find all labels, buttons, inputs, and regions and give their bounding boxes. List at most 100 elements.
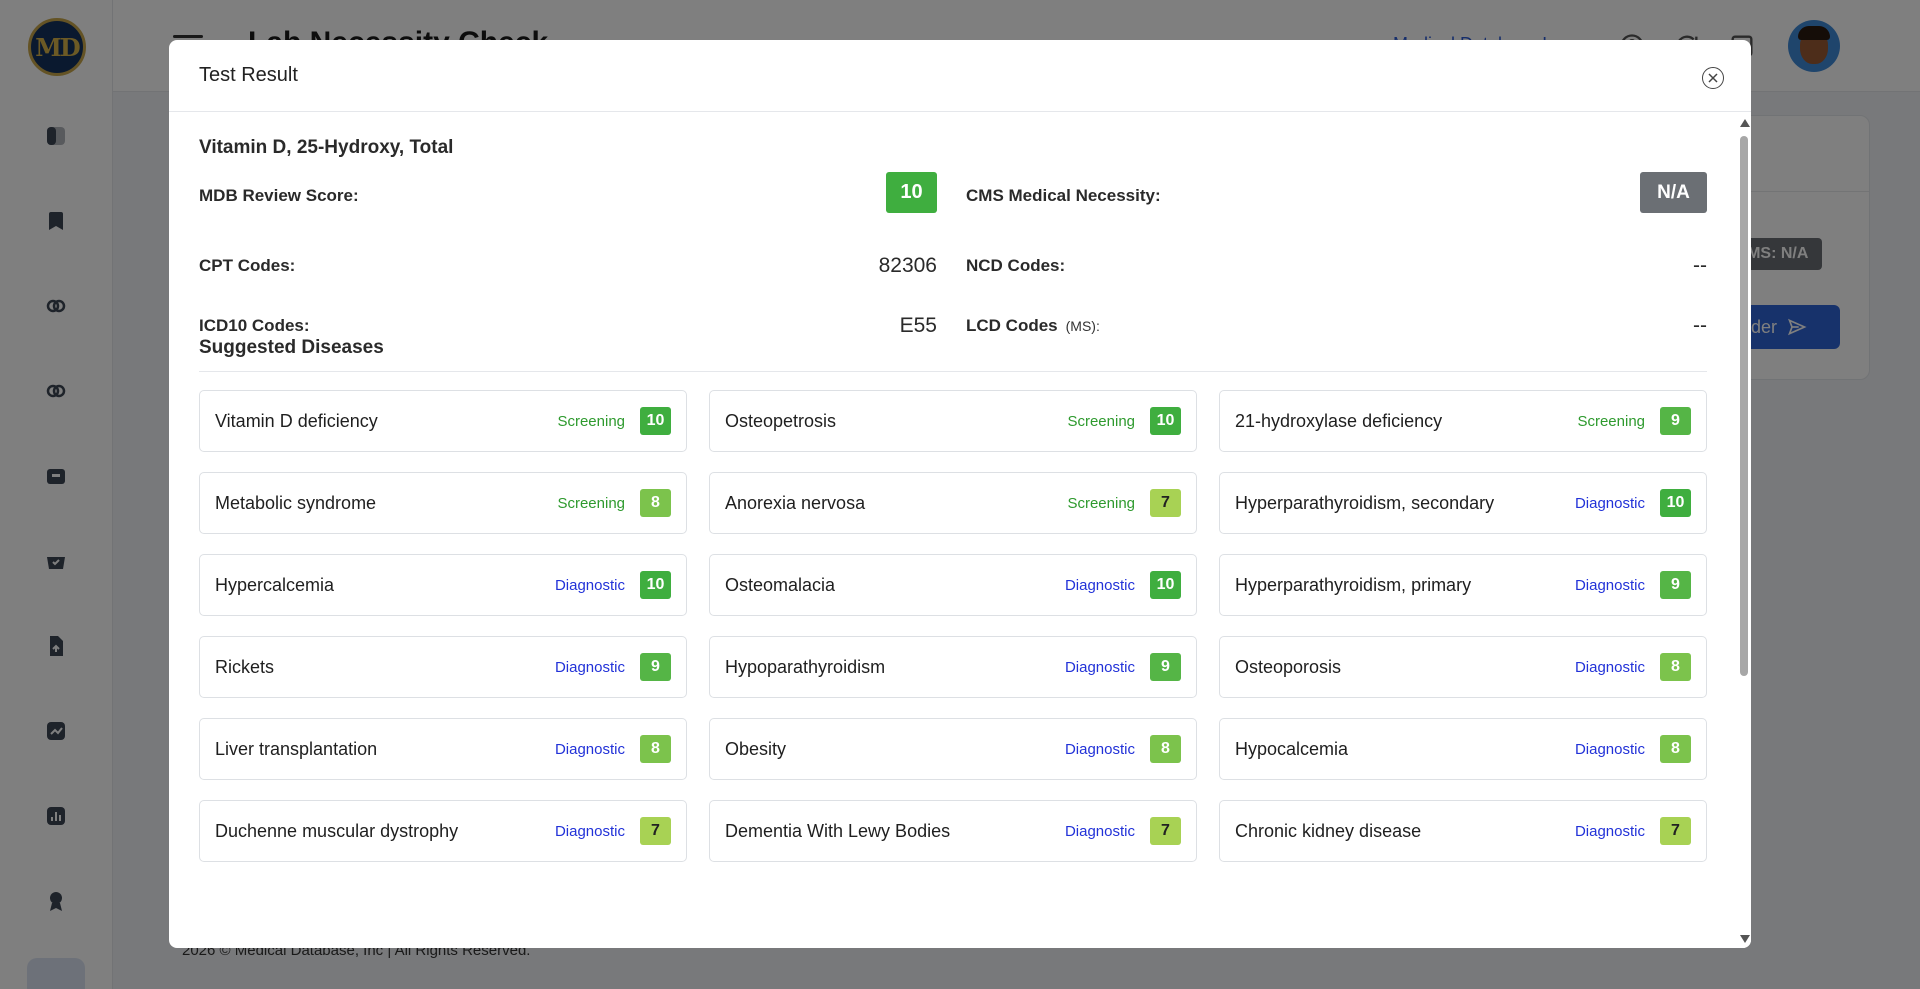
disease-score-badge: 8	[1150, 735, 1181, 763]
cms-necessity-label: CMS Medical Necessity:	[966, 186, 1161, 205]
mdb-score-badge: 10	[886, 172, 937, 213]
cms-necessity-field: CMS Medical Necessity: N/A	[966, 172, 1707, 226]
mdb-score-label: MDB Review Score:	[199, 186, 359, 205]
disease-name: Metabolic syndrome	[215, 492, 377, 513]
disease-score-badge: 7	[1150, 489, 1181, 517]
disease-card[interactable]: Osteomalacia Diagnostic 10	[709, 554, 1197, 616]
modal-body: Vitamin D, 25-Hydroxy, Total MDB Review …	[169, 113, 1737, 948]
disease-name: Osteoporosis	[1235, 656, 1342, 677]
disease-card[interactable]: 21-hydroxylase deficiency Screening 9	[1219, 390, 1707, 452]
disease-card[interactable]: Hypoparathyroidism Diagnostic 9	[709, 636, 1197, 698]
cms-necessity-badge: N/A	[1640, 172, 1707, 213]
cpt-codes-value: 82306	[878, 254, 937, 277]
mdb-score-field: MDB Review Score: 10	[199, 172, 937, 226]
disease-name: Hyperparathyroidism, primary	[1235, 574, 1472, 595]
disease-type-label: Diagnostic	[1064, 658, 1135, 676]
disease-card[interactable]: Chronic kidney disease Diagnostic 7	[1219, 800, 1707, 862]
test-name: Vitamin D, 25-Hydroxy, Total	[199, 137, 454, 158]
disease-card[interactable]: Hypercalcemia Diagnostic 10	[199, 554, 687, 616]
scroll-down-arrow-icon[interactable]	[1740, 935, 1750, 943]
disease-type-label: Screening	[1067, 494, 1135, 512]
disease-score-badge: 8	[640, 735, 671, 763]
icd10-codes-value: E55	[899, 314, 937, 337]
disease-type-label: Diagnostic	[1574, 740, 1645, 758]
disease-type-label: Diagnostic	[1574, 494, 1645, 512]
section-divider	[199, 371, 1707, 372]
disease-grid: Vitamin D deficiency Screening 10 Osteopetr…	[199, 390, 1707, 862]
disease-card[interactable]: Metabolic syndrome Screening 8	[199, 472, 687, 534]
disease-type-label: Screening	[1577, 412, 1645, 430]
disease-score-badge: 9	[1660, 571, 1691, 599]
disease-name: Hypocalcemia	[1235, 738, 1349, 759]
disease-name: Obesity	[725, 738, 787, 759]
suggested-diseases-title: Suggested Diseases	[199, 337, 384, 358]
icd10-codes-label: ICD10 Codes:	[199, 316, 310, 335]
disease-type-label: Diagnostic	[554, 576, 625, 594]
disease-type-label: Diagnostic	[1064, 740, 1135, 758]
disease-score-badge: 9	[640, 653, 671, 681]
disease-score-badge: 9	[1150, 653, 1181, 681]
disease-type-label: Screening	[557, 412, 625, 430]
disease-type-label: Diagnostic	[1064, 822, 1135, 840]
disease-type-label: Screening	[557, 494, 625, 512]
disease-score-badge: 10	[1660, 489, 1691, 517]
disease-score-badge: 10	[640, 407, 671, 435]
lcd-codes-field: LCD Codes (MS): --	[966, 314, 1707, 356]
disease-card[interactable]: Rickets Diagnostic 9	[199, 636, 687, 698]
disease-score-badge: 7	[640, 817, 671, 845]
modal-title: Test Result	[199, 64, 298, 86]
modal-scrollbar[interactable]	[1737, 113, 1751, 948]
disease-card[interactable]: Osteopetrosis Screening 10	[709, 390, 1197, 452]
disease-name: Osteopetrosis	[725, 410, 837, 431]
disease-name: Rickets	[215, 656, 275, 677]
disease-name: Dementia With Lewy Bodies	[725, 820, 951, 841]
disease-type-label: Diagnostic	[1064, 576, 1135, 594]
disease-score-badge: 8	[1660, 735, 1691, 763]
disease-name: Hyperparathyroidism, secondary	[1235, 492, 1495, 513]
disease-type-label: Diagnostic	[1574, 822, 1645, 840]
disease-type-label: Diagnostic	[554, 822, 625, 840]
cpt-codes-label: CPT Codes:	[199, 256, 296, 275]
disease-name: Hypoparathyroidism	[725, 656, 886, 677]
disease-card[interactable]: Duchenne muscular dystrophy Diagnostic 7	[199, 800, 687, 862]
disease-card[interactable]: Hypocalcemia Diagnostic 8	[1219, 718, 1707, 780]
lcd-codes-value: --	[1693, 314, 1707, 337]
close-button[interactable]	[1702, 67, 1724, 89]
modal-header: Test Result	[169, 40, 1751, 112]
disease-name: Duchenne muscular dystrophy	[215, 820, 459, 841]
disease-name: Chronic kidney disease	[1235, 820, 1422, 841]
disease-name: Anorexia nervosa	[725, 492, 866, 513]
disease-card[interactable]: Liver transplantation Diagnostic 8	[199, 718, 687, 780]
disease-score-badge: 10	[640, 571, 671, 599]
disease-type-label: Diagnostic	[1574, 576, 1645, 594]
lcd-codes-label-text: LCD Codes	[966, 316, 1058, 335]
scrollbar-thumb[interactable]	[1740, 136, 1748, 676]
disease-score-badge: 10	[1150, 571, 1181, 599]
disease-card[interactable]: Vitamin D deficiency Screening 10	[199, 390, 687, 452]
ncd-codes-value: --	[1693, 254, 1707, 277]
ncd-codes-field: NCD Codes: --	[966, 254, 1707, 296]
ncd-codes-label: NCD Codes:	[966, 256, 1066, 275]
disease-type-label: Diagnostic	[1574, 658, 1645, 676]
disease-score-badge: 8	[1660, 653, 1691, 681]
disease-name: 21-hydroxylase deficiency	[1235, 410, 1443, 431]
disease-type-label: Screening	[1067, 412, 1135, 430]
disease-name: Vitamin D deficiency	[215, 410, 378, 431]
lcd-codes-label: LCD Codes (MS):	[966, 316, 1100, 336]
disease-card[interactable]: Hyperparathyroidism, secondary Diagnostic…	[1219, 472, 1707, 534]
disease-name: Hypercalcemia	[215, 574, 335, 595]
scroll-up-arrow-icon[interactable]	[1740, 119, 1750, 127]
cpt-codes-field: CPT Codes: 82306	[199, 254, 937, 296]
disease-card[interactable]: Dementia With Lewy Bodies Diagnostic 7	[709, 800, 1197, 862]
lcd-codes-sublabel: (MS):	[1065, 318, 1100, 334]
disease-score-badge: 7	[1660, 817, 1691, 845]
disease-card[interactable]: Osteoporosis Diagnostic 8	[1219, 636, 1707, 698]
disease-score-badge: 8	[640, 489, 671, 517]
disease-card[interactable]: Hyperparathyroidism, primary Diagnostic 9	[1219, 554, 1707, 616]
disease-score-badge: 10	[1150, 407, 1181, 435]
disease-card[interactable]: Obesity Diagnostic 8	[709, 718, 1197, 780]
close-icon	[1708, 73, 1718, 83]
disease-name: Liver transplantation	[215, 738, 378, 759]
disease-card[interactable]: Anorexia nervosa Screening 7	[709, 472, 1197, 534]
test-result-modal: Test Result Vitamin D, 25-Hydroxy, Total…	[169, 40, 1751, 948]
